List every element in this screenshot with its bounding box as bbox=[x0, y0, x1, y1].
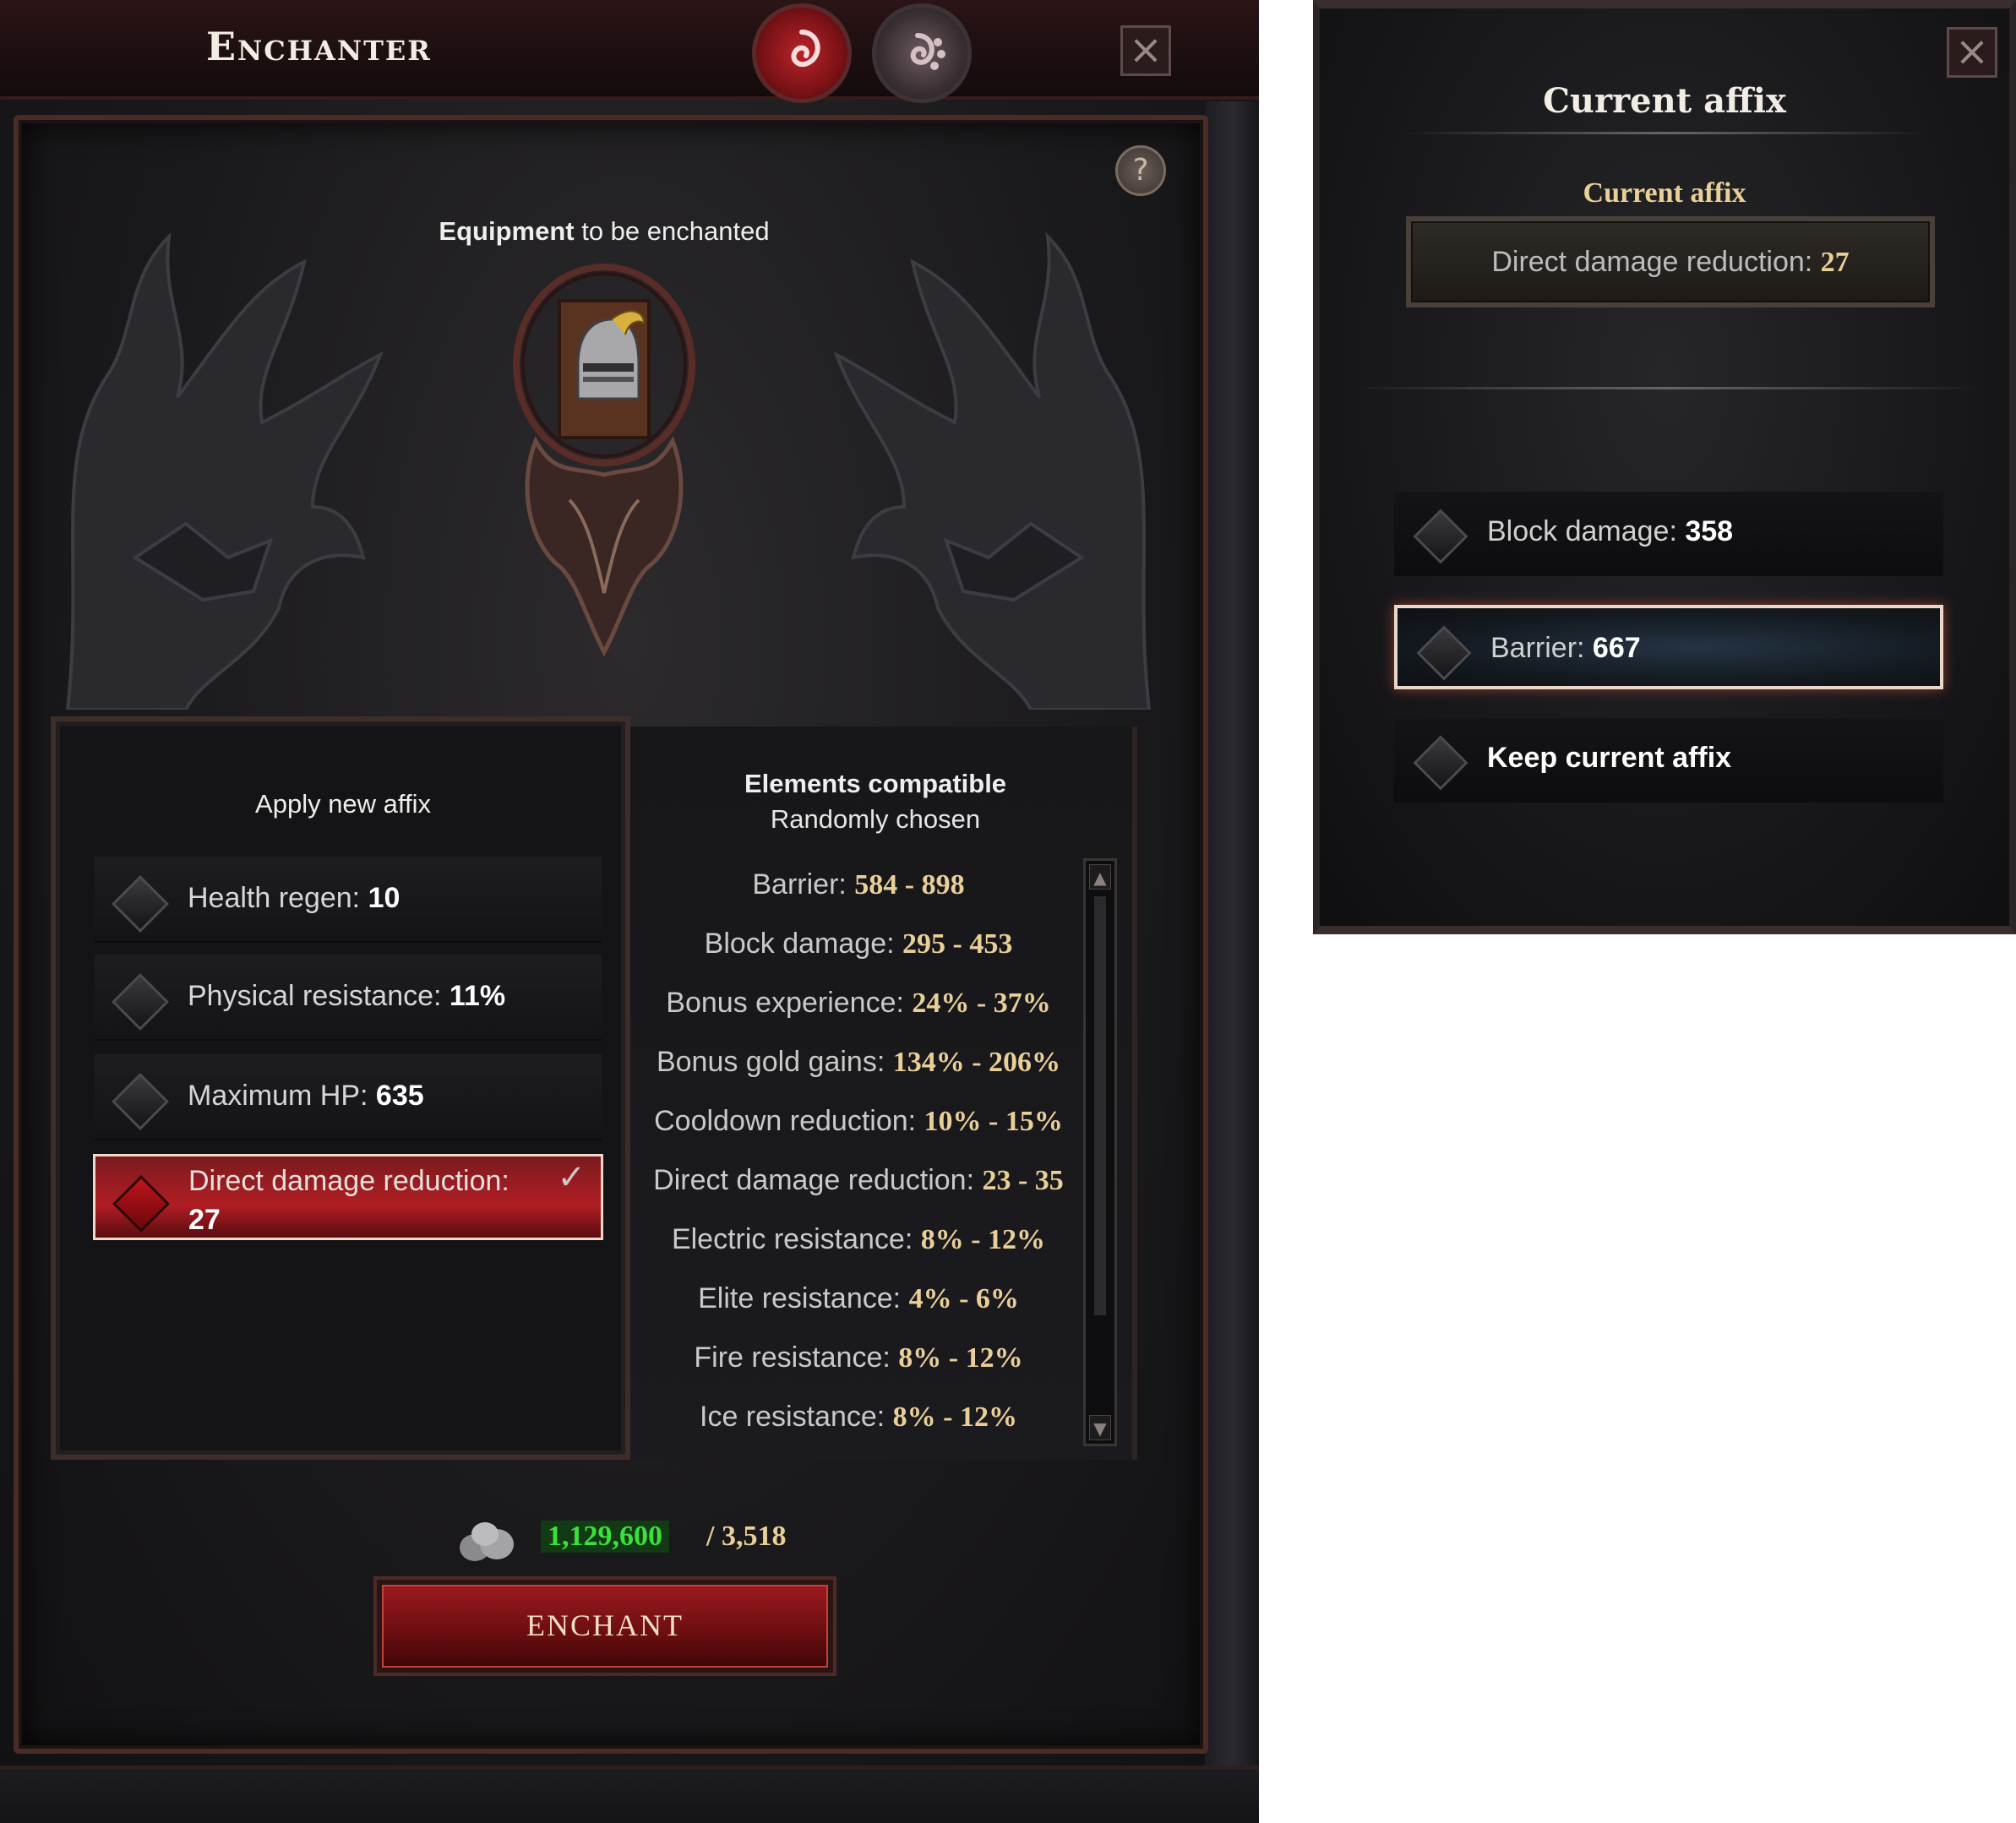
compatible-item: Electric resistance: 8% - 12% bbox=[671, 1223, 1046, 1255]
diamond-gem-icon bbox=[112, 973, 169, 1031]
equipment-label: Equipment to be enchanted bbox=[355, 216, 853, 247]
diamond-gem-icon bbox=[1416, 625, 1472, 681]
option-text: Keep current affix bbox=[1487, 742, 1732, 774]
spiral-dots-rune-icon[interactable] bbox=[872, 3, 972, 103]
stone-pile-icon bbox=[460, 1522, 514, 1561]
dragon-decoration-left bbox=[65, 231, 384, 710]
compatible-item: Cooldown reduction: 10% - 15% bbox=[654, 1105, 1063, 1137]
diamond-gem-icon bbox=[112, 1073, 169, 1130]
compatible-item: Block damage: 295 - 453 bbox=[704, 928, 1013, 960]
current-affix-title: Current affix bbox=[1543, 81, 1786, 121]
title-bar: Enchanter × bbox=[0, 0, 1259, 103]
affix-option-text: Direct damage reduction: 27 bbox=[188, 1165, 509, 1236]
affix-option-text: Health regen: 10 bbox=[188, 882, 400, 914]
diamond-gem-icon bbox=[1413, 509, 1468, 564]
compatible-elements-panel: Elements compatible Randomly chosen Barr… bbox=[630, 726, 1137, 1460]
affix-option-direct-damage-reduction[interactable]: Direct damage reduction: 27 ✓ bbox=[93, 1154, 603, 1240]
currency-required: / 3,518 bbox=[706, 1521, 787, 1552]
equipment-label-bold: Equipment bbox=[439, 216, 575, 246]
affix-option-maximum-hp[interactable]: Maximum HP: 635 bbox=[95, 1054, 602, 1140]
currency-owned: 1,129,600 bbox=[541, 1521, 669, 1553]
scroll-thumb[interactable] bbox=[1094, 896, 1106, 1315]
affix-option-physical-resistance[interactable]: Physical resistance: 11% bbox=[95, 955, 602, 1041]
bottom-frame bbox=[0, 1766, 1259, 1823]
divider bbox=[1354, 387, 1979, 389]
close-icon[interactable]: × bbox=[1120, 25, 1171, 76]
close-icon[interactable]: × bbox=[1947, 27, 1997, 78]
option-barrier[interactable]: Barrier: 667 bbox=[1394, 605, 1943, 689]
affix-option-text: Physical resistance: 11% bbox=[188, 980, 506, 1012]
compatible-heading: Elements compatible bbox=[744, 769, 1007, 798]
compatible-item: Fire resistance: 8% - 12% bbox=[694, 1341, 1023, 1374]
apply-affix-heading: Apply new affix bbox=[255, 789, 431, 819]
window-title: Enchanter bbox=[206, 24, 432, 69]
diamond-gem-icon bbox=[112, 875, 169, 933]
diamond-gem-icon bbox=[1413, 735, 1468, 791]
scroll-down-icon[interactable]: ▼ bbox=[1089, 1415, 1111, 1440]
current-affix-window: × Current affix Current affix Direct dam… bbox=[1313, 0, 2016, 934]
compatible-item: Barrier: 584 - 898 bbox=[752, 868, 965, 901]
helmet-icon bbox=[558, 299, 651, 439]
option-text: Block damage: 358 bbox=[1487, 515, 1734, 547]
divider bbox=[1404, 132, 1928, 134]
option-keep-current-affix[interactable]: Keep current affix bbox=[1394, 718, 1943, 803]
equipment-slot[interactable] bbox=[510, 264, 698, 661]
enchanter-window: Enchanter × ? Equipment to be enchanted bbox=[0, 0, 1259, 1823]
window-frame-edge bbox=[1205, 101, 1259, 1823]
affix-option-health-regen[interactable]: Health regen: 10 bbox=[95, 857, 602, 943]
checkmark-icon: ✓ bbox=[557, 1159, 586, 1196]
apply-affix-panel: Apply new affix Health regen: 10 Physica… bbox=[51, 716, 630, 1460]
compatible-subheading: Randomly chosen bbox=[770, 804, 981, 834]
compatible-item: Elite resistance: 4% - 6% bbox=[698, 1282, 1019, 1314]
current-affix-label: Direct damage reduction: bbox=[1491, 246, 1821, 278]
scroll-up-icon[interactable]: ▲ bbox=[1089, 864, 1111, 890]
option-text: Barrier: 667 bbox=[1490, 632, 1641, 664]
help-icon[interactable]: ? bbox=[1115, 145, 1166, 196]
equipment-label-rest: to be enchanted bbox=[574, 216, 770, 246]
compatible-item: Direct damage reduction: 23 - 35 bbox=[653, 1164, 1064, 1196]
current-affix-value: 27 bbox=[1820, 247, 1850, 278]
enchant-button[interactable]: ENCHANT bbox=[377, 1580, 833, 1673]
option-block-damage[interactable]: Block damage: 358 bbox=[1394, 492, 1943, 576]
compatible-item: Bonus gold gains: 134% - 206% bbox=[656, 1046, 1061, 1078]
current-affix-value-box: Direct damage reduction: 27 bbox=[1406, 216, 1935, 307]
compatible-item: Ice resistance: 8% - 12% bbox=[700, 1401, 1017, 1433]
current-affix-subtitle: Current affix bbox=[1583, 177, 1746, 209]
spiral-rune-icon[interactable] bbox=[752, 3, 852, 103]
diamond-gem-icon bbox=[112, 1175, 170, 1233]
compatible-scrollbar[interactable]: ▲ ▼ bbox=[1083, 858, 1117, 1446]
affix-option-text: Maximum HP: 635 bbox=[188, 1080, 424, 1112]
dragon-decoration-right bbox=[833, 231, 1152, 710]
compatible-item: Bonus experience: 24% - 37% bbox=[666, 987, 1051, 1019]
